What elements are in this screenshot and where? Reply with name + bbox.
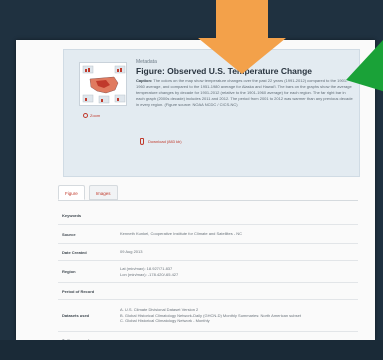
detail-label: Datasets used	[62, 313, 90, 318]
detail-value-line: Kenneth Kunkel, Cooperative Institute fo…	[120, 231, 243, 237]
detail-row: Period of Record	[58, 283, 358, 300]
detail-row: Datasets used A. U.S. Climate Divisional …	[58, 300, 358, 332]
detail-value-line: Lon (min/max): -178.420/-65.427	[120, 271, 179, 277]
tab-figure[interactable]: Figure	[58, 185, 85, 200]
detail-label: Period of Record	[62, 288, 95, 294]
caption-label: Caption:	[136, 78, 153, 83]
figure-caption: Caption: The colors on the map show temp…	[136, 78, 354, 108]
detail-label: Source	[62, 231, 76, 237]
detail-row: Region Lat (min/max): 18.927/71.837 Lon (m…	[58, 261, 358, 283]
metadata-page: Zoom Metadata Figure: Observed U.S. Temp…	[16, 40, 375, 340]
detail-label: Keywords	[62, 212, 82, 218]
detail-value-line: 09 Aug 2013	[120, 249, 143, 255]
detail-row: Keywords	[58, 206, 358, 225]
zoom-icon	[83, 113, 88, 118]
green-corner-marker	[346, 40, 383, 80]
detail-row: Date Created 09 Aug 2013	[58, 244, 358, 261]
detail-value-line: C. Global Historical Climatology Network…	[120, 318, 210, 324]
tab-divider	[58, 200, 358, 201]
detail-value: Lat (min/max): 18.927/71.837 Lon (min/max…	[116, 266, 358, 277]
orange-arrow-marker	[198, 0, 286, 74]
detail-label: Date Created	[62, 249, 87, 255]
download-link[interactable]: Download (883 kb)	[140, 138, 182, 145]
caption-text: The colors on the map show temperature c…	[136, 78, 353, 107]
zoom-link[interactable]: Zoom	[83, 113, 100, 118]
detail-value: A. U.S. Climate Divisional Dataset Versi…	[116, 307, 358, 324]
download-icon	[140, 138, 144, 145]
details-table: Keywords Source Kenneth Kunkel, Cooperativ…	[58, 206, 358, 340]
detail-value: 09 Aug 2013	[116, 249, 358, 255]
download-label: Download (883 kb)	[148, 139, 182, 144]
metadata-label: Metadata	[136, 59, 157, 65]
map-thumbnail-icon	[80, 63, 126, 105]
window-bottom-band	[0, 340, 383, 360]
figure-thumbnail[interactable]	[79, 62, 127, 106]
detail-row: Software used	[58, 332, 358, 341]
detail-value: Kenneth Kunkel, Cooperative Institute fo…	[116, 231, 358, 237]
zoom-label: Zoom	[90, 113, 101, 118]
detail-row: Source Kenneth Kunkel, Cooperative Instit…	[58, 225, 358, 244]
detail-label: Region	[62, 269, 76, 274]
tab-images[interactable]: Images	[88, 185, 118, 200]
